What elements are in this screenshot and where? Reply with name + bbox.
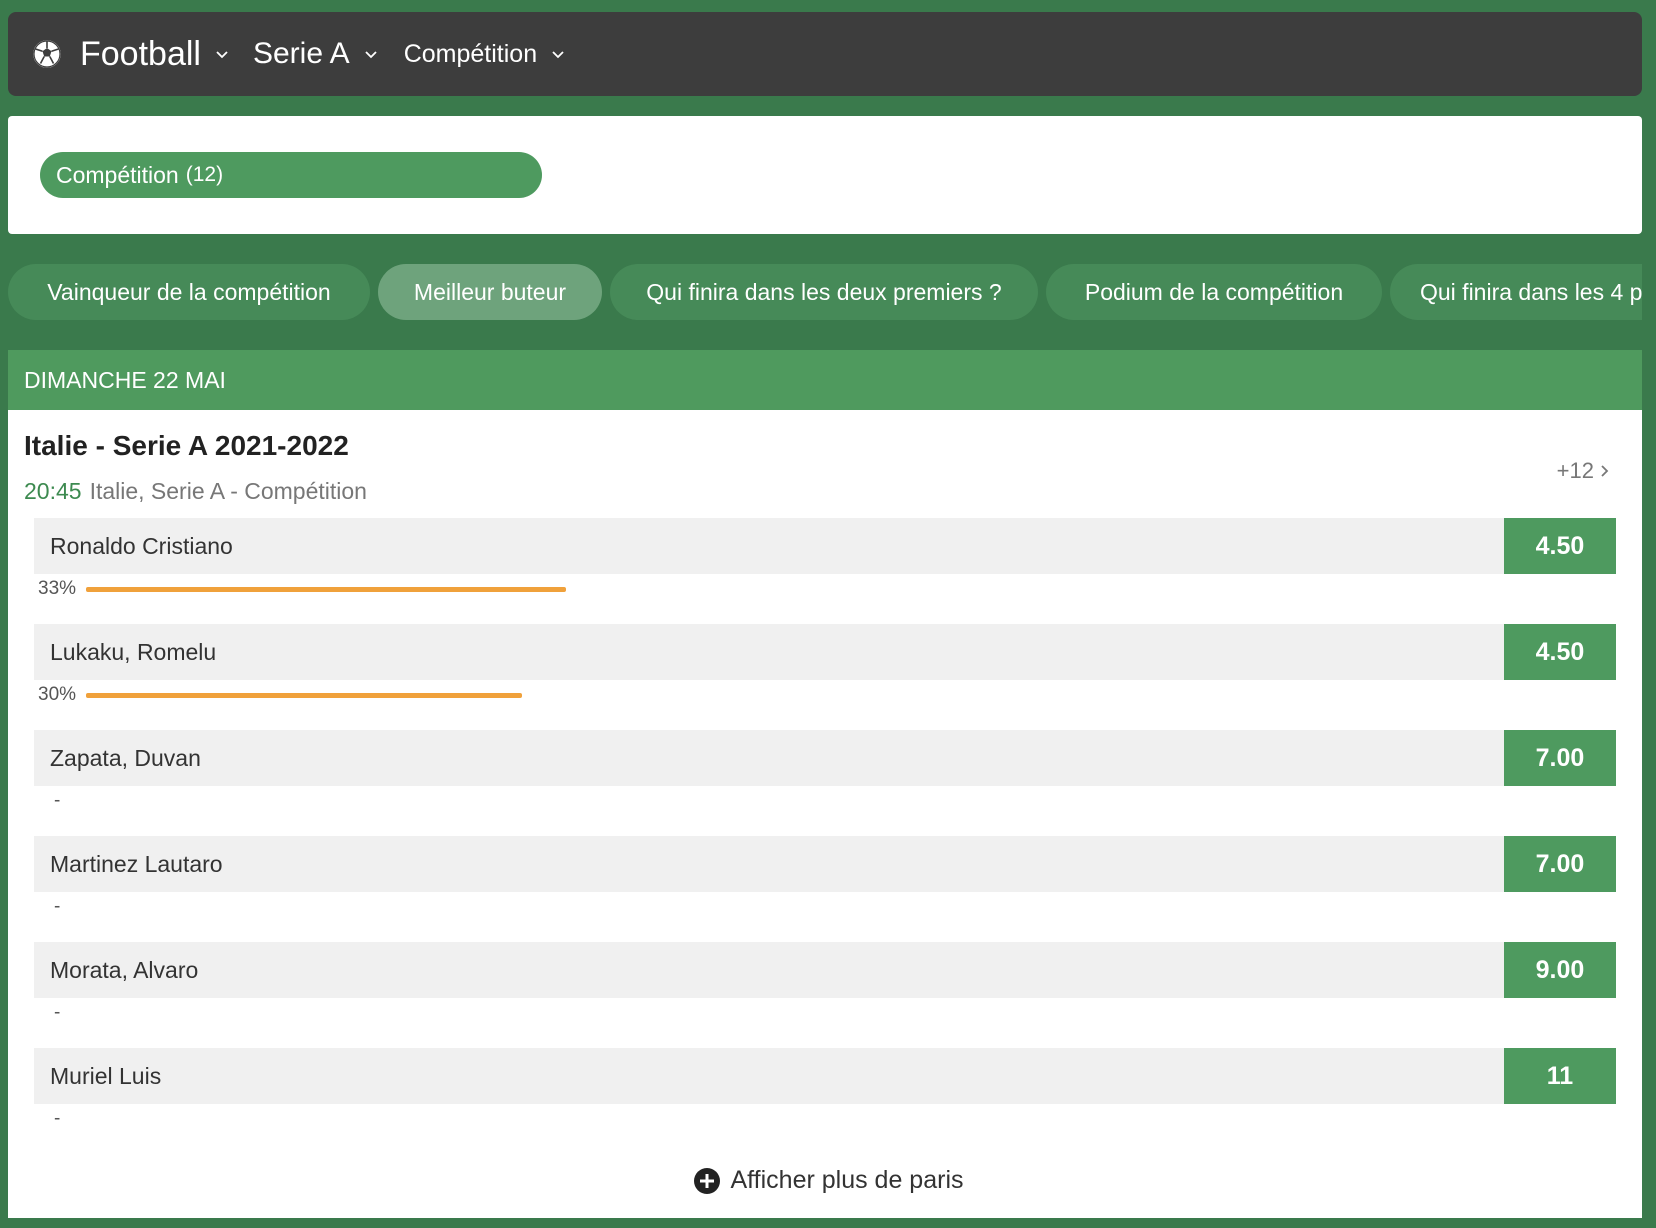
football-icon — [33, 40, 61, 68]
odds-button[interactable]: 4.50 — [1504, 624, 1616, 680]
show-more-bets-button[interactable]: Afficher plus de paris — [0, 1166, 1656, 1195]
tab-label: Qui finira dans les deux premiers ? — [646, 278, 1002, 305]
tab-label: Qui finira dans les 4 premiers ? — [1420, 278, 1642, 305]
odds-button[interactable]: 7.00 — [1504, 730, 1616, 786]
tab-meilleur-buteur[interactable]: Meilleur buteur — [378, 264, 602, 320]
selection-name: Ronaldo Cristiano — [50, 532, 233, 559]
percentage-label: 33% — [38, 578, 77, 599]
market-type-selector[interactable]: Compétition — [404, 40, 565, 69]
odds-button[interactable]: 4.50 — [1504, 518, 1616, 574]
bet-percentage: 30% — [38, 684, 523, 706]
league-label: Serie A — [252, 37, 350, 70]
selection-name: Zapata, Duvan — [50, 744, 201, 771]
selection-row: Ronaldo Cristiano 4.50 — [34, 518, 1616, 574]
tab-deux-premiers[interactable]: Qui finira dans les deux premiers ? — [610, 264, 1038, 320]
top-navigation-bar: Football Serie A Compétition — [8, 12, 1642, 96]
bet-percentage: 33% — [38, 578, 567, 600]
percentage-placeholder: - — [54, 1002, 61, 1023]
chevron-down-icon — [552, 51, 564, 59]
tab-podium[interactable]: Podium de la compétition — [1046, 264, 1382, 320]
selection-row: Muriel Luis 11 — [34, 1048, 1616, 1104]
selection-row: Zapata, Duvan 7.00 — [34, 730, 1616, 786]
more-markets-count: +12 — [1556, 458, 1594, 483]
odds-button[interactable]: 7.00 — [1504, 836, 1616, 892]
league-selector[interactable]: Serie A — [253, 37, 378, 71]
event-subtitle: 20:45 Italie, Serie A - Compétition — [24, 478, 367, 505]
sport-label: Football — [80, 34, 201, 73]
filter-count: (12) — [185, 163, 224, 186]
percentage-label: 30% — [38, 684, 77, 705]
selection-name: Morata, Alvaro — [50, 956, 199, 983]
selection-row: Morata, Alvaro 9.00 — [34, 942, 1616, 998]
tab-label: Vainqueur de la compétition — [47, 278, 331, 305]
filter-panel: Compétition (12) — [8, 116, 1642, 234]
chevron-down-icon — [365, 51, 377, 59]
event-title[interactable]: Italie - Serie A 2021-2022 — [24, 430, 349, 462]
plus-circle-icon — [693, 1167, 720, 1194]
selection-row: Lukaku, Romelu 4.50 — [34, 624, 1616, 680]
odds-button[interactable]: 11 — [1504, 1048, 1616, 1104]
tab-label: Meilleur buteur — [413, 278, 567, 305]
show-more-label: Afficher plus de paris — [730, 1166, 964, 1194]
selection-name: Martinez Lautaro — [50, 850, 223, 877]
percentage-bar — [86, 586, 567, 592]
selection-name: Lukaku, Romelu — [50, 638, 217, 665]
market-tabs: Vainqueur de la compétition Meilleur but… — [8, 264, 1642, 320]
date-header: DIMANCHE 22 MAI — [8, 350, 1642, 410]
market-type-label: Compétition — [403, 39, 538, 68]
percentage-placeholder: - — [54, 790, 61, 811]
tab-vainqueur[interactable]: Vainqueur de la compétition — [8, 264, 370, 320]
percentage-placeholder: - — [54, 896, 61, 917]
event-competition: Italie, Serie A - Compétition — [89, 478, 367, 504]
selection-name: Muriel Luis — [50, 1062, 162, 1089]
more-markets-link[interactable]: +12 — [1557, 458, 1610, 484]
chevron-right-icon — [1601, 465, 1609, 477]
selection-row: Martinez Lautaro 7.00 — [34, 836, 1616, 892]
percentage-placeholder: - — [54, 1108, 61, 1129]
tab-label: Podium de la compétition — [1084, 278, 1344, 305]
event-time: 20:45 — [24, 478, 82, 504]
filter-label: Compétition — [56, 161, 179, 188]
competition-filter-pill[interactable]: Compétition (12) — [40, 152, 542, 198]
tab-quatre-premiers[interactable]: Qui finira dans les 4 premiers ? — [1390, 264, 1642, 320]
event-panel: DIMANCHE 22 MAI Italie - Serie A 2021-20… — [8, 350, 1642, 1218]
odds-button[interactable]: 9.00 — [1504, 942, 1616, 998]
percentage-bar — [86, 692, 523, 698]
sport-selector[interactable]: Football — [80, 35, 229, 74]
chevron-down-icon — [216, 51, 228, 59]
